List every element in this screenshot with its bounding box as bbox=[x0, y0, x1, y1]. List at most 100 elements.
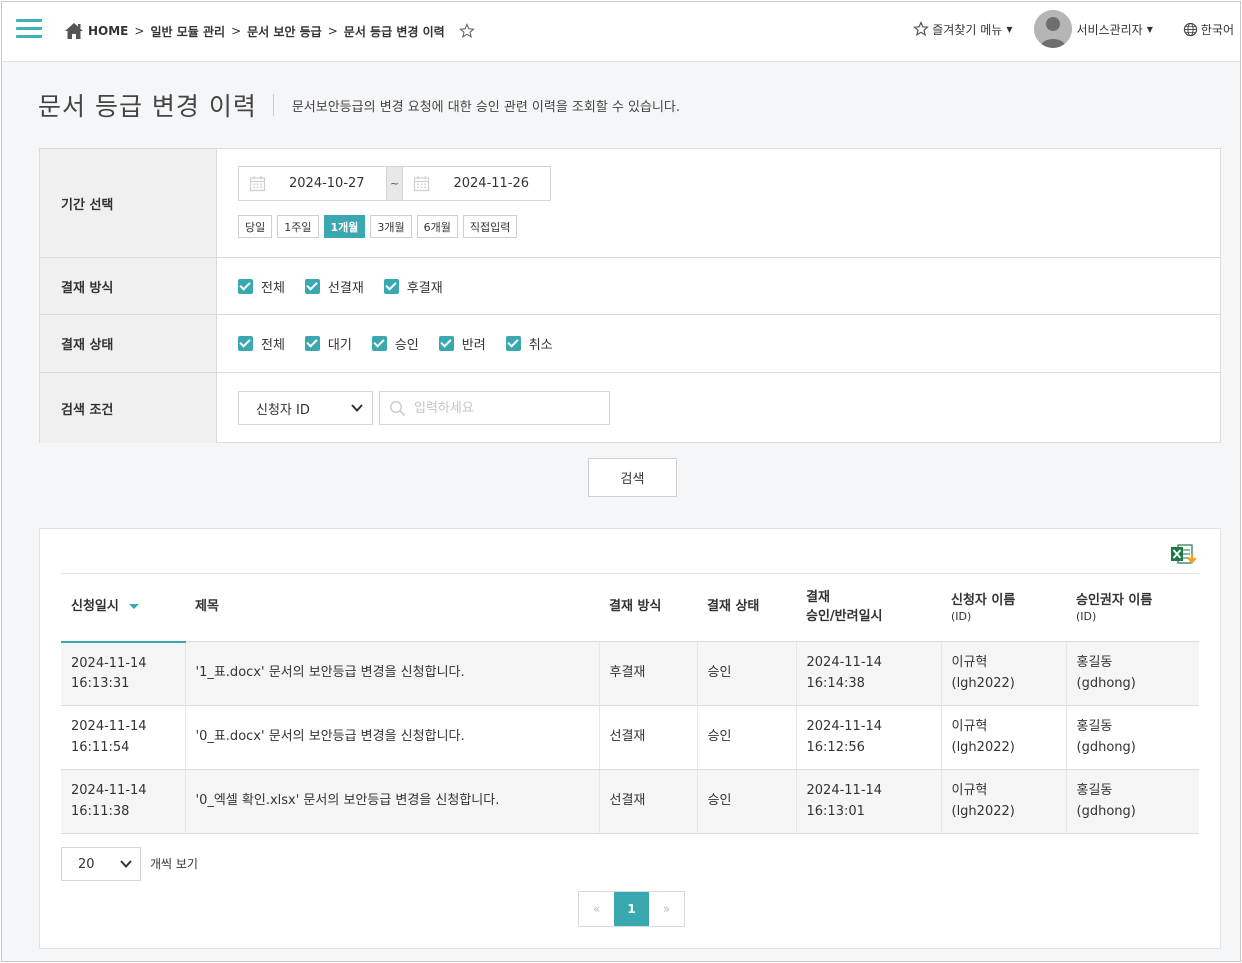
method-pre-approval-checkbox[interactable]: 선결재 bbox=[304, 277, 364, 296]
cell-time-value: 16:13:31 bbox=[71, 675, 130, 691]
menu-icon[interactable] bbox=[16, 19, 42, 39]
filter-panel: 기간 선택 2024-10-27 ~ 2024-11-26 당일 1주일 1개월… bbox=[39, 148, 1221, 443]
table-row[interactable]: 2024-11-14 16:13:31 '1_표.docx' 문서의 보안등급 변… bbox=[61, 641, 1199, 706]
checkbox-label: 승인 bbox=[394, 338, 419, 353]
checkbox-checked-icon bbox=[238, 278, 253, 294]
avatar bbox=[1034, 10, 1073, 48]
caret-down-icon: ▼ bbox=[1146, 24, 1153, 34]
checkbox-label: 취소 bbox=[528, 338, 553, 353]
period-1week-button[interactable]: 1주일 bbox=[277, 215, 319, 238]
page-size-select[interactable]: 20 bbox=[61, 847, 141, 881]
cell-method: 선결재 bbox=[598, 769, 697, 834]
method-post-approval-checkbox[interactable]: 후결재 bbox=[383, 277, 443, 296]
checkbox-checked-icon bbox=[371, 336, 387, 351]
globe-icon bbox=[1183, 22, 1198, 36]
method-all-checkbox[interactable]: 전체 bbox=[238, 277, 285, 296]
cell-title[interactable]: '0_엑셀 확인.xlsx' 문서의 보안등급 변경을 신청합니다. bbox=[184, 769, 599, 834]
star-icon[interactable] bbox=[458, 23, 475, 39]
checkbox-checked-icon bbox=[304, 336, 320, 351]
chevron-down-icon bbox=[120, 860, 132, 868]
cell-title[interactable]: '1_표.docx' 문서의 보안등급 변경을 신청합니다. bbox=[184, 641, 599, 706]
star-outline-icon bbox=[913, 21, 930, 37]
checkbox-label: 선결재 bbox=[327, 280, 364, 296]
sort-desc-icon bbox=[128, 604, 139, 610]
breadcrumb-item-current: 문서 등급 변경 이력 bbox=[343, 24, 445, 39]
cell-approver: 홍길동 (gdhong) bbox=[1065, 641, 1199, 706]
title-divider bbox=[272, 94, 274, 116]
column-header-label: 신청일시 bbox=[71, 599, 119, 615]
breadcrumb-home[interactable]: HOME bbox=[88, 24, 128, 38]
status-approved-checkbox[interactable]: 승인 bbox=[371, 334, 419, 353]
checkbox-checked-icon bbox=[238, 336, 253, 351]
column-header-label: 제목 bbox=[195, 599, 219, 615]
cell-time-value: 16:12:56 bbox=[806, 739, 865, 755]
condition-select-value: 신청자 ID bbox=[256, 402, 310, 418]
date-range-picker: 2024-10-27 ~ 2024-11-26 bbox=[238, 166, 551, 201]
column-header-sublabel: (ID) bbox=[951, 609, 972, 623]
cell-title[interactable]: '0_표.docx' 문서의 보안등급 변경을 신청합니다. bbox=[184, 705, 599, 770]
checkbox-label: 반려 bbox=[461, 338, 486, 353]
cell-time-value: 16:11:38 bbox=[71, 803, 130, 819]
cell-approver: 홍길동 (gdhong) bbox=[1065, 705, 1199, 770]
language-selector[interactable]: 한국어 bbox=[1183, 21, 1234, 38]
cell-date-value: 2024-11-14 bbox=[71, 783, 147, 799]
column-header-label: 결재 방식 bbox=[609, 599, 662, 615]
table-row[interactable]: 2024-11-14 16:11:38 '0_엑셀 확인.xlsx' 문서의 보안… bbox=[61, 769, 1199, 834]
status-all-checkbox[interactable]: 전체 bbox=[238, 334, 285, 353]
calendar-icon bbox=[414, 176, 430, 192]
column-header-label: 승인권자 이름 bbox=[1076, 593, 1153, 609]
page-header: 문서 등급 변경 이력 문서보안등급의 변경 요청에 대한 승인 관련 이력을 … bbox=[38, 87, 680, 123]
breadcrumb-separator: > bbox=[327, 24, 338, 38]
cell-date-value: 2024-11-14 bbox=[806, 719, 883, 735]
breadcrumb-separator: > bbox=[134, 24, 145, 38]
date-from-field[interactable]: 2024-10-27 bbox=[239, 167, 386, 200]
page-size-label: 개씩 보기 bbox=[150, 857, 198, 871]
breadcrumb-item-security-level[interactable]: 문서 보안 등급 bbox=[247, 23, 322, 40]
cell-id-value: (gdhong) bbox=[1076, 675, 1136, 691]
search-input[interactable] bbox=[414, 398, 604, 418]
status-rejected-checkbox[interactable]: 반려 bbox=[438, 334, 486, 353]
period-today-button[interactable]: 당일 bbox=[238, 215, 273, 238]
checkbox-checked-icon bbox=[304, 278, 320, 294]
next-page-button[interactable]: » bbox=[649, 892, 684, 926]
checkbox-checked-icon bbox=[438, 336, 454, 351]
cell-approver: 홍길동 (gdhong) bbox=[1065, 769, 1199, 834]
results-panel: 신청일시 제목 결재 방식 결재 상태 결재 승인/반려일시 신청자 이름 (ID)… bbox=[39, 528, 1221, 949]
status-cancelled-checkbox[interactable]: 취소 bbox=[505, 334, 553, 353]
prev-page-button[interactable]: « bbox=[579, 892, 614, 926]
period-buttons: 당일 1주일 1개월 3개월 6개월 직접입력 bbox=[238, 215, 522, 238]
user-menu-button[interactable]: 서비스관리자 ▼ bbox=[1034, 10, 1153, 48]
excel-download-icon[interactable] bbox=[1170, 542, 1200, 568]
breadcrumb: HOME > 일반 모듈 관리 > 문서 보안 등급 > 문서 등급 변경 이력 bbox=[64, 22, 475, 40]
user-name: 서비스관리자 bbox=[1076, 22, 1143, 37]
date-range-separator: ~ bbox=[385, 167, 404, 200]
search-icon bbox=[389, 400, 406, 417]
period-3months-button[interactable]: 3개월 bbox=[370, 215, 412, 238]
cell-date: 2024-11-14 16:11:38 bbox=[61, 769, 185, 834]
calendar-icon bbox=[249, 176, 266, 192]
language-label: 한국어 bbox=[1200, 22, 1234, 37]
column-header-date[interactable]: 신청일시 bbox=[61, 573, 185, 643]
filter-row-condition: 검색 조건 신청자 ID bbox=[40, 373, 1220, 443]
period-1month-button[interactable]: 1개월 bbox=[323, 215, 366, 238]
period-6months-button[interactable]: 6개월 bbox=[416, 215, 458, 238]
page-size-value: 20 bbox=[78, 856, 95, 872]
favorites-menu-button[interactable]: 즐겨찾기 메뉴 ▼ bbox=[913, 21, 1012, 38]
date-to-field[interactable]: 2024-11-26 bbox=[403, 167, 550, 200]
checkbox-label: 후결재 bbox=[406, 280, 443, 296]
status-pending-checkbox[interactable]: 대기 bbox=[304, 334, 352, 353]
page-button-current[interactable]: 1 bbox=[614, 892, 649, 926]
search-button[interactable]: 검색 bbox=[588, 458, 677, 497]
cell-approval-time: 2024-11-14 16:12:56 bbox=[795, 705, 941, 770]
condition-select[interactable]: 신청자 ID bbox=[238, 391, 373, 425]
cell-id-value: (lgh2022) bbox=[951, 803, 1015, 819]
home-icon[interactable] bbox=[64, 22, 84, 40]
table-row[interactable]: 2024-11-14 16:11:54 '0_표.docx' 문서의 보안등급 변… bbox=[61, 705, 1199, 770]
cell-id-value: (lgh2022) bbox=[951, 675, 1015, 691]
method-label: 결재 방식 bbox=[40, 258, 217, 314]
condition-label: 검색 조건 bbox=[40, 373, 217, 443]
breadcrumb-item-module[interactable]: 일반 모듈 관리 bbox=[150, 23, 225, 40]
breadcrumb-separator: > bbox=[231, 24, 242, 38]
period-custom-button[interactable]: 직접입력 bbox=[462, 215, 518, 238]
cell-date-value: 2024-11-14 bbox=[71, 655, 147, 671]
